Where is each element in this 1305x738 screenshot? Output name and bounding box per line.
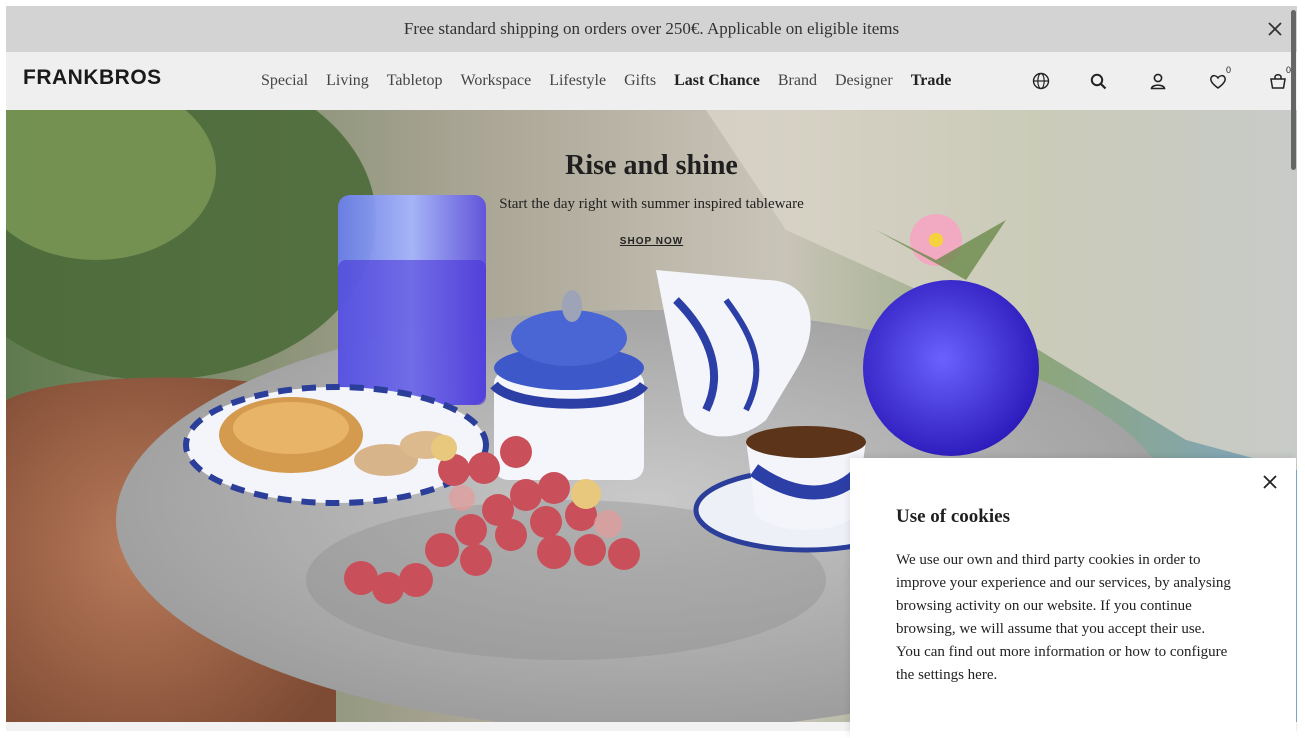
announcement-bar: Free standard shipping on orders over 25… [6,6,1297,52]
nav-item-designer[interactable]: Designer [835,72,893,90]
cookie-close-button[interactable] [1258,470,1282,494]
site-logo[interactable]: FRANKBROS [23,66,162,90]
nav-item-special[interactable]: Special [261,72,308,90]
globe-icon [1032,72,1050,90]
language-button[interactable] [1026,66,1056,96]
heart-icon [1210,74,1226,89]
hero-title: Rise and shine [565,150,738,181]
wishlist-button[interactable]: 0 [1203,65,1233,96]
search-button[interactable] [1083,66,1113,96]
main-nav: Special Living Tabletop Workspace Lifestyle G… [261,72,969,90]
site-header: FRANKBROS Special Living Tabletop Workspace… [6,52,1297,110]
nav-item-living[interactable]: Living [326,72,369,90]
shop-now-link[interactable]: SHOP NOW [620,236,683,247]
account-button[interactable] [1143,66,1173,96]
cookie-paragraph-1: We use our own and third party cookies i… [896,552,1231,637]
nav-item-brand[interactable]: Brand [778,72,817,90]
hero-cta: SHOP NOW [6,236,1297,247]
scrollbar-thumb[interactable] [1291,10,1296,170]
close-icon [1263,475,1277,489]
hero-subtitle: Start the day right with summer inspired… [499,196,804,212]
nav-item-last-chance[interactable]: Last Chance [674,72,760,90]
user-icon [1150,73,1166,90]
announcement-close-button[interactable] [1263,17,1287,41]
nav-item-trade[interactable]: Trade [911,72,952,90]
bag-icon [1270,74,1286,89]
cookie-panel: Use of cookies We use our own and third … [850,458,1296,738]
nav-item-workspace[interactable]: Workspace [461,72,532,90]
cookie-paragraph-2[interactable]: You can find out more information or how… [896,641,1236,687]
close-icon [1268,22,1282,36]
nav-item-lifestyle[interactable]: Lifestyle [549,72,606,90]
search-icon [1090,73,1106,89]
nav-item-tabletop[interactable]: Tabletop [387,72,443,90]
announcement-text: Free standard shipping on orders over 25… [403,19,900,38]
cookie-body: We use our own and third party cookies i… [896,549,1236,687]
nav-item-gifts[interactable]: Gifts [624,72,656,90]
cookie-title: Use of cookies [896,506,1010,527]
wishlist-count: 0 [1225,65,1231,75]
